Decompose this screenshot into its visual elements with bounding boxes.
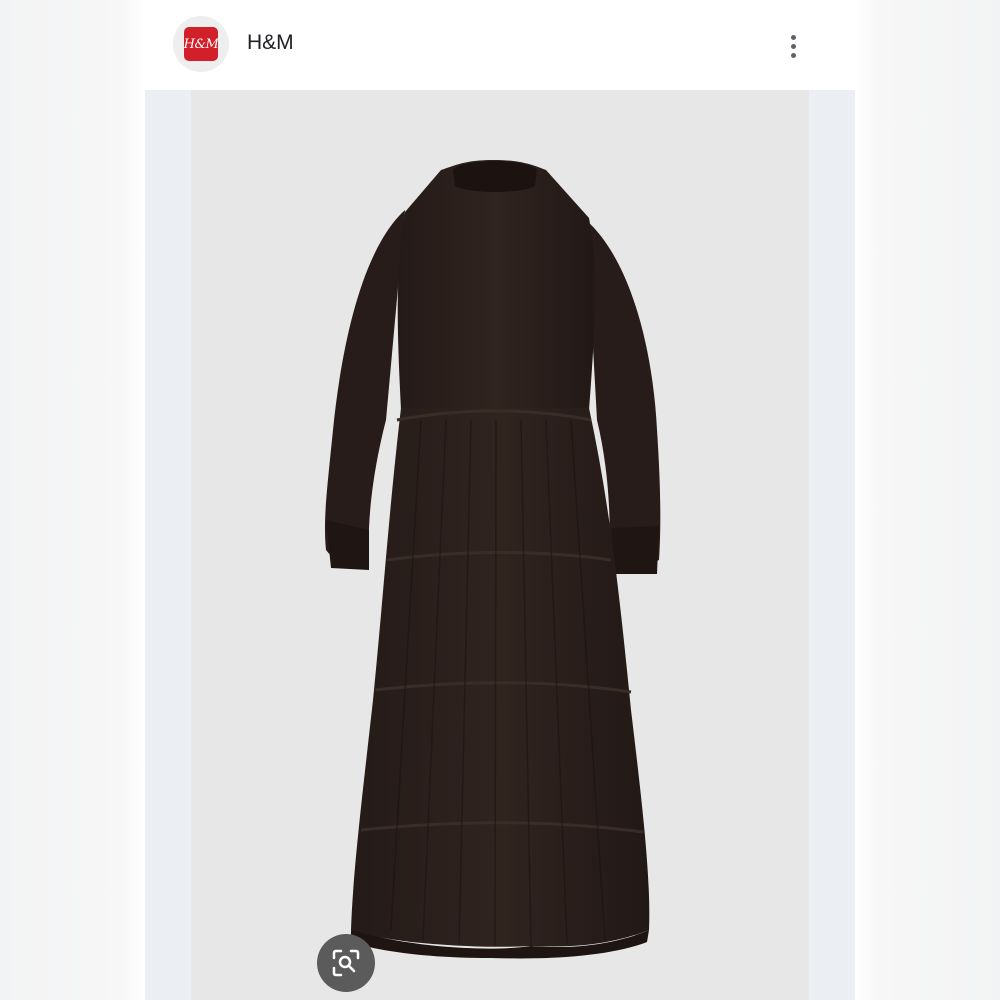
brand-avatar[interactable]: H&M — [173, 16, 229, 72]
more-vert-icon — [790, 34, 796, 40]
page: H&M H&M — [0, 0, 1000, 1000]
source-header: H&M H&M — [145, 0, 855, 90]
dress-image — [324, 160, 661, 959]
result-card: H&M H&M — [145, 0, 855, 1000]
hm-logo-icon: H&M — [183, 27, 219, 61]
product-photo[interactable] — [191, 90, 809, 1000]
more-vert-icon-dot — [790, 43, 796, 49]
hm-logo-text: H&M — [183, 36, 219, 52]
more-options-button[interactable] — [773, 26, 813, 66]
image-viewer — [145, 90, 855, 1000]
lens-search-icon — [332, 949, 360, 977]
brand-name[interactable]: H&M — [247, 31, 294, 55]
lens-search-button[interactable] — [317, 934, 375, 992]
more-vert-icon-dot — [790, 52, 796, 58]
